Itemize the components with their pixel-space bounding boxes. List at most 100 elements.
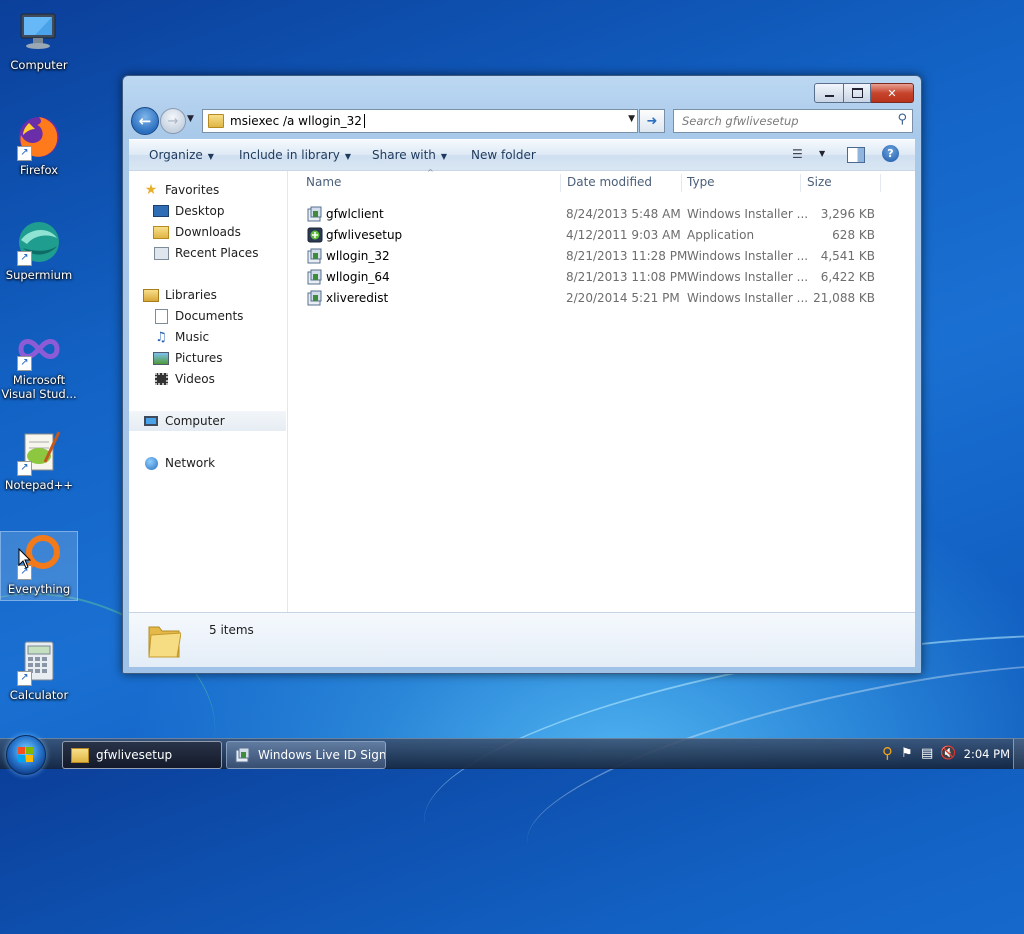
nav-item-network[interactable]: Network [143, 453, 215, 473]
new-folder-label: New folder [471, 148, 536, 162]
installer-icon [307, 269, 323, 285]
nav-item-music[interactable]: ♫ Music [153, 327, 209, 347]
action-center-flag-icon[interactable]: ⚑ [901, 746, 913, 761]
file-type: Application [687, 228, 755, 242]
address-input-value[interactable]: msiexec /a wllogin_32 [230, 114, 362, 128]
chevron-down-icon: ▼ [344, 152, 352, 161]
shortcut-arrow-icon: ↗ [17, 671, 32, 686]
nav-label: Downloads [175, 225, 241, 239]
close-icon: ✕ [887, 86, 897, 100]
nav-item-pictures[interactable]: Pictures [153, 348, 223, 368]
recent-pages-dropdown[interactable]: ▼ [187, 114, 194, 124]
file-row[interactable]: wllogin_32 8/21/2013 11:28 PM Windows In… [302, 246, 942, 266]
forward-button[interactable]: → [160, 108, 186, 134]
column-header-date-modified[interactable]: Date modified [567, 175, 652, 189]
view-options-dropdown[interactable]: ▼ [819, 149, 825, 158]
new-folder-button[interactable]: New folder [471, 148, 536, 162]
desktop-icon-notepad-plus-plus[interactable]: ↗ Notepad++ [1, 428, 77, 492]
file-size: 4,541 KB [820, 249, 875, 263]
details-pane: 5 items [129, 612, 915, 667]
documents-icon [153, 308, 169, 324]
shortcut-arrow-icon: ↗ [17, 356, 32, 371]
nav-label: Network [165, 456, 216, 470]
address-dropdown-button[interactable]: ▼ [628, 114, 635, 124]
nav-item-documents[interactable]: Documents [153, 306, 243, 326]
text-caret [363, 114, 365, 128]
recent-places-icon [153, 246, 169, 260]
search-input[interactable] [680, 113, 884, 129]
taskbar-button-explorer[interactable]: gfwlivesetup [62, 741, 222, 769]
desktop-icon-everything[interactable]: ↗ Everything [0, 531, 78, 601]
desktop-icon-visual-studio[interactable]: ↗ Microsoft Visual Stud... [1, 323, 77, 401]
star-icon: ★ [144, 182, 158, 198]
nav-item-desktop[interactable]: Desktop [153, 201, 225, 221]
installer-icon [307, 248, 323, 264]
change-view-button[interactable]: ☰ [792, 147, 803, 161]
help-icon: ? [887, 147, 894, 160]
file-row[interactable]: gfwlivesetup 4/12/2011 9:03 AM Applicati… [302, 225, 942, 245]
nav-label: Pictures [175, 351, 223, 365]
address-bar[interactable]: msiexec /a wllogin_32 ▼ [202, 109, 638, 133]
everything-tray-icon[interactable]: ⚲ [882, 744, 893, 762]
nav-item-videos[interactable]: Videos [153, 369, 215, 389]
shortcut-arrow-icon: ↗ [17, 146, 32, 161]
nav-item-favorites[interactable]: ★ Favorites [143, 180, 220, 200]
organize-button[interactable]: Organize ▼ [149, 148, 214, 162]
system-tray: ⚲ ⚑ ▤ 🔇 2:04 PM [879, 739, 1024, 769]
installer-icon [307, 206, 323, 222]
notepad-plus-plus-icon: ↗ [15, 428, 63, 476]
file-size: 3,296 KB [820, 207, 875, 221]
go-button[interactable]: ➜ [639, 109, 665, 133]
taskbar-button-windows-live-id[interactable]: Windows Live ID Sign... [226, 741, 386, 769]
column-header-name[interactable]: Name [306, 175, 341, 189]
column-separator[interactable] [880, 174, 881, 192]
network-tray-icon[interactable]: ▤ [921, 746, 933, 761]
folder-icon [208, 114, 224, 128]
pictures-icon [153, 351, 169, 365]
nav-item-libraries[interactable]: Libraries [143, 285, 217, 305]
share-with-button[interactable]: Share with ▼ [372, 148, 447, 162]
nav-item-downloads[interactable]: Downloads [153, 222, 241, 242]
clock[interactable]: 2:04 PM [964, 747, 1010, 761]
desktop-icon-calculator[interactable]: ↗ Calculator [1, 638, 77, 702]
file-row[interactable]: gfwlclient 8/24/2013 5:48 AM Windows Ins… [302, 204, 942, 224]
close-button[interactable]: ✕ [871, 83, 914, 103]
search-icon[interactable]: ⚲ [897, 112, 907, 127]
preview-pane-button[interactable] [847, 147, 865, 163]
start-button[interactable] [6, 735, 46, 775]
computer-icon [15, 8, 63, 56]
taskbar: gfwlivesetup Windows Live ID Sign... ⚲ ⚑… [0, 735, 1024, 775]
column-separator[interactable] [800, 174, 801, 192]
desktop-icon-supermium[interactable]: ↗ Supermium [1, 218, 77, 282]
minimize-button[interactable] [814, 83, 844, 103]
explorer-window[interactable]: ✕ ← → ▼ msiexec /a wllogin_32 ▼ ➜ ⚲ Orga… [122, 75, 922, 674]
back-button[interactable]: ← [131, 107, 159, 135]
column-separator[interactable] [560, 174, 561, 192]
column-header-type[interactable]: Type [687, 175, 715, 189]
application-icon [307, 227, 323, 243]
show-desktop-button[interactable] [1013, 739, 1024, 769]
column-separator[interactable] [681, 174, 682, 192]
nav-item-recent-places[interactable]: Recent Places [153, 243, 258, 263]
volume-muted-icon[interactable]: 🔇 [940, 746, 956, 761]
nav-item-computer[interactable]: Computer [129, 411, 286, 431]
desktop-icon-computer[interactable]: Computer [1, 8, 77, 72]
libraries-icon [143, 288, 159, 302]
back-arrow-icon: ← [138, 112, 152, 130]
include-in-library-button[interactable]: Include in library ▼ [239, 148, 351, 162]
desktop-icon [153, 204, 169, 218]
file-row[interactable]: xliveredist 2/20/2014 5:21 PM Windows In… [302, 288, 942, 308]
file-date: 8/21/2013 11:28 PM [566, 249, 688, 263]
search-box[interactable]: ⚲ [673, 109, 913, 133]
desktop-icon-firefox[interactable]: ↗ Firefox [1, 113, 77, 177]
folder-icon [148, 626, 181, 658]
maximize-button[interactable] [844, 83, 871, 103]
file-row[interactable]: wllogin_64 8/21/2013 11:08 PM Windows In… [302, 267, 942, 287]
calculator-icon: ↗ [15, 638, 63, 686]
command-bar: Organize ▼ Include in library ▼ Share with… [129, 139, 915, 171]
minimize-icon [824, 94, 834, 97]
sort-ascending-icon: ^ [427, 168, 434, 177]
column-header-size[interactable]: Size [807, 175, 832, 189]
go-arrow-icon: ➜ [646, 113, 658, 129]
help-button[interactable]: ? [882, 145, 899, 162]
